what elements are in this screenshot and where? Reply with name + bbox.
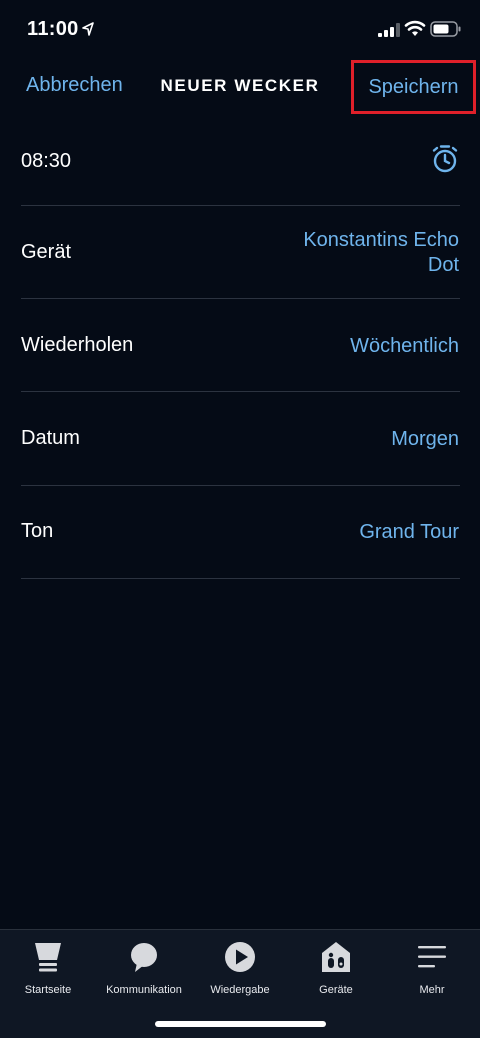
- repeat-label: Wiederholen: [21, 334, 134, 356]
- device-value[interactable]: Konstantins Echo Dot: [303, 228, 459, 278]
- tab-mehr[interactable]: Mehr: [384, 938, 480, 998]
- tab-geraete[interactable]: Geräte: [288, 938, 384, 998]
- tone-row[interactable]: Ton Grand Tour: [0, 486, 480, 578]
- tab-kommunikation[interactable]: Kommunikation: [96, 938, 192, 998]
- menu-icon: [418, 946, 446, 968]
- location-arrow-icon: [82, 22, 94, 36]
- alarm-clock-icon[interactable]: [431, 144, 459, 174]
- play-icon: [225, 942, 255, 972]
- device-value-line-2: Dot: [427, 254, 459, 276]
- battery-icon: [430, 21, 461, 37]
- repeat-row[interactable]: Wiederholen Wöchentlich: [0, 299, 480, 391]
- status-bar: 11:00: [0, 0, 480, 58]
- tab-label: Wiedergabe: [210, 984, 270, 996]
- tab-label: Startseite: [24, 984, 72, 996]
- date-value[interactable]: Morgen: [391, 427, 459, 452]
- signal-icon: [378, 23, 400, 37]
- divider: [21, 578, 460, 579]
- tab-wiedergabe[interactable]: Wiedergabe: [192, 938, 288, 998]
- device-row[interactable]: Gerät Konstantins Echo Dot: [0, 206, 480, 298]
- alarm-time[interactable]: 08:30: [21, 150, 71, 173]
- home-icon: [35, 943, 61, 972]
- repeat-value[interactable]: Wöchentlich: [350, 334, 459, 359]
- nav-bar: Abbrechen NEUER WECKER Speichern: [0, 58, 480, 114]
- device-value-line-1: Konstantins Echo: [303, 229, 459, 251]
- devices-house-icon: [322, 942, 350, 972]
- tab-label: Geräte: [319, 984, 353, 996]
- tab-label: Kommunikation: [106, 984, 182, 996]
- tab-label: Mehr: [419, 984, 445, 996]
- date-label: Datum: [21, 427, 80, 449]
- time-row[interactable]: 08:30: [0, 114, 480, 204]
- save-button[interactable]: Speichern: [351, 60, 476, 114]
- tone-label: Ton: [21, 520, 54, 542]
- wifi-icon: [404, 20, 426, 36]
- date-row[interactable]: Datum Morgen: [0, 392, 480, 484]
- save-button-label: Speichern: [368, 76, 459, 98]
- home-indicator[interactable]: [155, 1021, 326, 1027]
- device-label: Gerät: [21, 241, 72, 263]
- tone-value[interactable]: Grand Tour: [359, 520, 459, 545]
- status-time: 11:00: [27, 18, 79, 40]
- chat-bubble-icon: [131, 943, 157, 972]
- tab-startseite[interactable]: Startseite: [0, 938, 96, 998]
